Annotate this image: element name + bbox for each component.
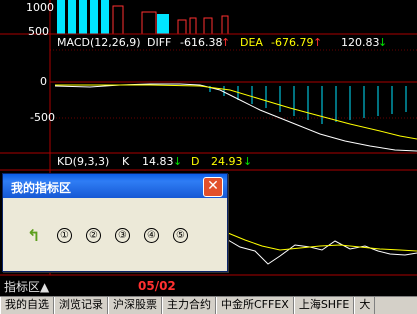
diff-value: -616.38 bbox=[180, 36, 223, 49]
volume-bar bbox=[177, 19, 187, 35]
volume-bar bbox=[79, 0, 87, 34]
macd-tick-neg500: -500 bbox=[30, 111, 55, 124]
d-label: D bbox=[191, 155, 200, 168]
diff-label: DIFF bbox=[147, 36, 172, 49]
tab-cffex[interactable]: 中金所CFFEX bbox=[216, 297, 294, 314]
market-tab-bar: 我的自选 浏览记录 沪深股票 主力合约 中金所CFFEX 上海SHFE 大 bbox=[0, 296, 417, 314]
k-arrow-icon: ↓ bbox=[173, 155, 183, 168]
tab-browse-history[interactable]: 浏览记录 bbox=[54, 297, 108, 314]
volume-bar bbox=[203, 17, 213, 35]
my-indicator-dialog: 我的指标区 ✕ ↰ ① ② ③ ④ ⑤ bbox=[2, 173, 228, 272]
close-button[interactable]: ✕ bbox=[203, 177, 223, 197]
d-arrow-icon: ↓ bbox=[243, 155, 253, 168]
k-value: 14.83 bbox=[142, 155, 174, 168]
tab-shfe[interactable]: 上海SHFE bbox=[293, 297, 355, 314]
indicator-slot-4[interactable]: ④ bbox=[144, 228, 159, 243]
d-line bbox=[227, 232, 417, 252]
volume-tick-1000: 1000 bbox=[26, 1, 54, 14]
macd-arrow-icon: ↓ bbox=[378, 36, 388, 49]
indicator-slot-5[interactable]: ⑤ bbox=[173, 228, 188, 243]
volume-bar bbox=[157, 14, 169, 34]
indicator-area-toggle[interactable]: 指标区▲ bbox=[4, 278, 49, 295]
dialog-titlebar[interactable]: 我的指标区 ✕ bbox=[3, 174, 227, 198]
tab-shanghai-shenzhen-stocks[interactable]: 沪深股票 bbox=[108, 297, 162, 314]
dea-value: -676.79 bbox=[271, 36, 314, 49]
tab-more[interactable]: 大 bbox=[354, 297, 376, 314]
dea-line bbox=[55, 84, 417, 140]
volume-bar bbox=[141, 11, 157, 35]
macd-title: MACD(12,26,9) bbox=[57, 36, 141, 49]
indicator-slots: ↰ ① ② ③ ④ ⑤ bbox=[27, 226, 202, 245]
dea-label: DEA bbox=[240, 36, 263, 49]
d-value: 24.93 bbox=[211, 155, 243, 168]
tab-my-watchlist[interactable]: 我的自选 bbox=[0, 297, 54, 314]
volume-bars bbox=[57, 0, 229, 35]
indicator-slot-1[interactable]: ① bbox=[57, 228, 72, 243]
volume-bar bbox=[112, 5, 124, 35]
cursor-date: 05/02 bbox=[138, 279, 176, 293]
volume-bar bbox=[221, 15, 229, 35]
volume-bar bbox=[57, 0, 65, 34]
kd-title: KD(9,3,3) bbox=[57, 155, 110, 168]
volume-tick-500: 500 bbox=[28, 25, 49, 38]
tab-main-contracts[interactable]: 主力合约 bbox=[162, 297, 216, 314]
back-arrow-icon[interactable]: ↰ bbox=[27, 226, 43, 245]
indicator-slot-3[interactable]: ③ bbox=[115, 228, 130, 243]
dialog-title: 我的指标区 bbox=[11, 181, 72, 195]
volume-bar bbox=[68, 0, 76, 34]
dea-arrow-icon: ↑ bbox=[313, 36, 323, 49]
macd-value: 120.83 bbox=[341, 36, 380, 49]
k-label: K bbox=[122, 155, 130, 168]
volume-bar bbox=[189, 17, 197, 35]
diff-arrow-icon: ↑ bbox=[221, 36, 231, 49]
macd-tick-0: 0 bbox=[40, 75, 47, 88]
volume-bar bbox=[101, 0, 109, 34]
volume-bar bbox=[90, 0, 98, 34]
indicator-slot-2[interactable]: ② bbox=[86, 228, 101, 243]
